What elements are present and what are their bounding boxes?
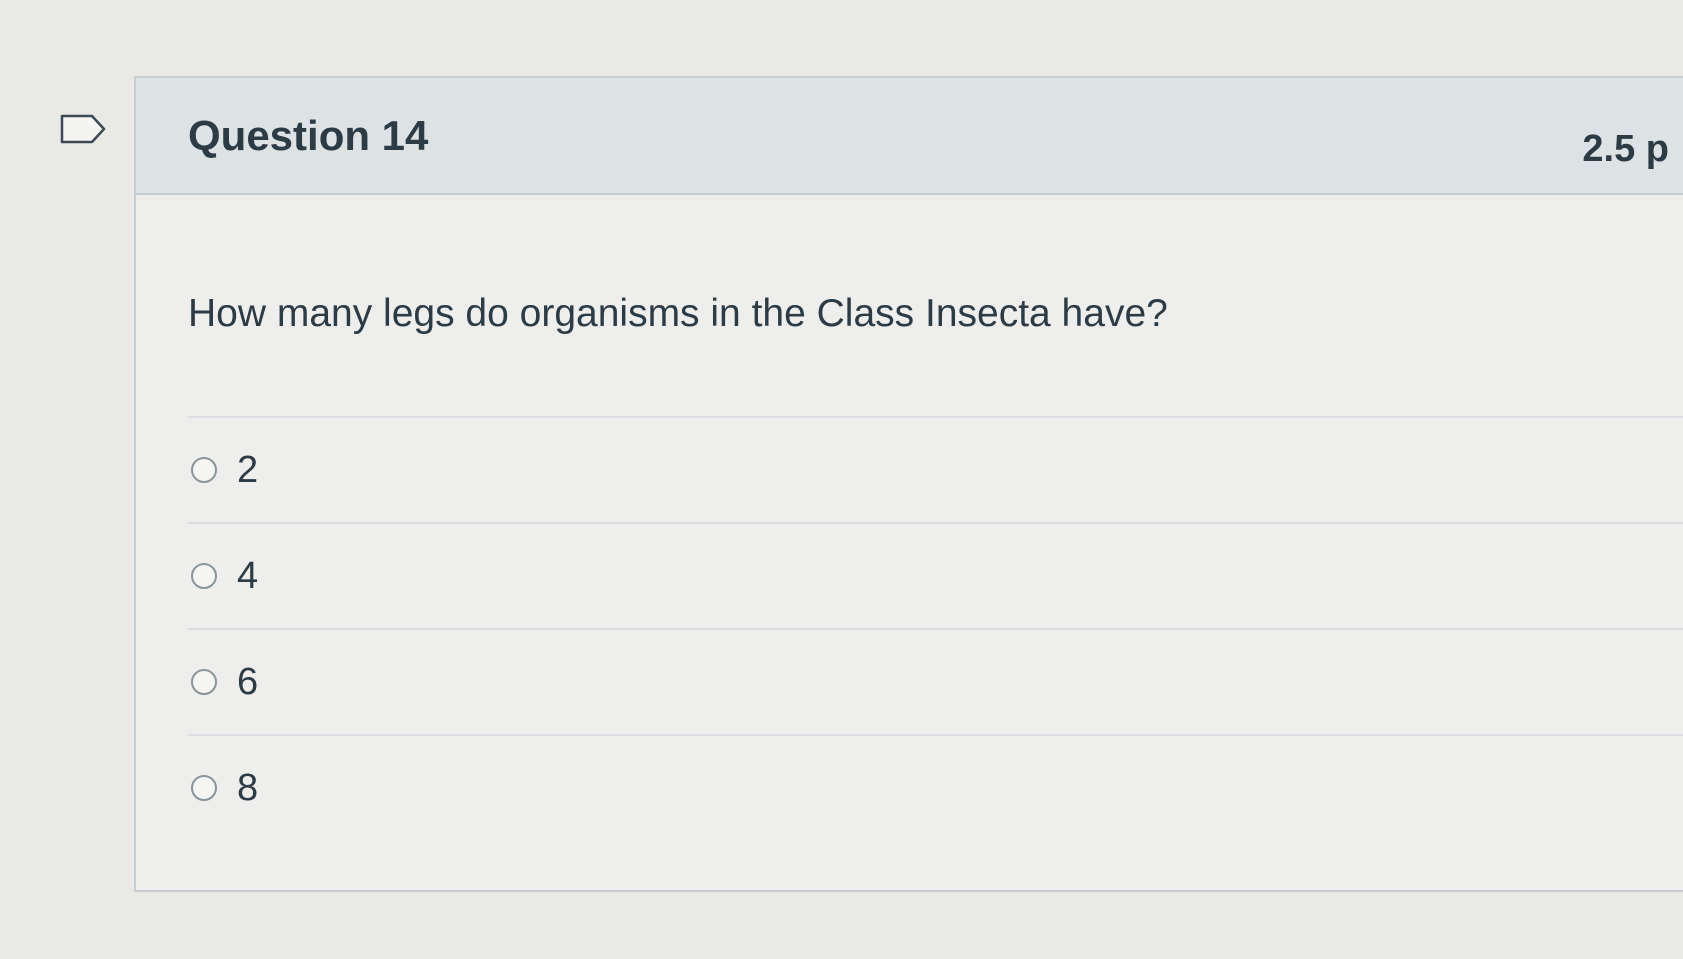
answer-option[interactable]: 2 [188,416,1683,522]
radio-button[interactable] [191,457,217,483]
flag-question-icon[interactable] [60,114,106,144]
answer-option[interactable]: 8 [188,734,1683,840]
question-points: 2.5 p [1582,128,1669,170]
answer-list: 2 4 6 8 [188,416,1683,840]
answer-option[interactable]: 6 [188,628,1683,734]
question-card: Question 14 2.5 p How many legs do organ… [134,76,1683,892]
question-text: How many legs do organisms in the Class … [188,292,1168,335]
answer-option[interactable]: 4 [188,522,1683,628]
answer-label[interactable]: 8 [237,767,258,810]
question-header: Question 14 2.5 p [136,78,1683,195]
radio-button[interactable] [191,775,217,801]
answer-label[interactable]: 2 [237,449,258,492]
radio-button[interactable] [191,669,217,695]
radio-button[interactable] [191,563,217,589]
question-title: Question 14 [188,112,429,159]
answer-label[interactable]: 6 [237,661,258,704]
answer-label[interactable]: 4 [237,555,258,598]
